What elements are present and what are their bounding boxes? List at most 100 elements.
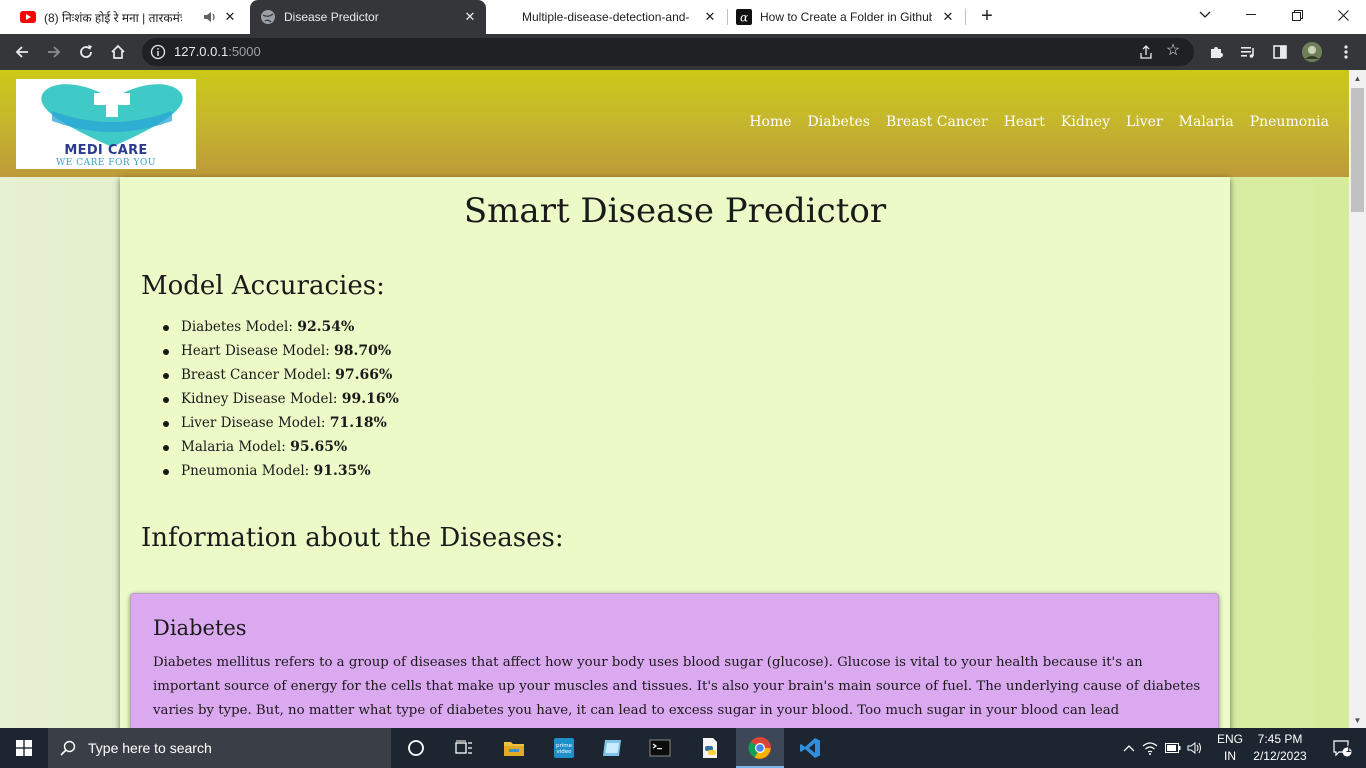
notification-count: 1 <box>1346 744 1352 754</box>
url-text: 127.0.0.1:5000 <box>174 44 261 59</box>
disease-info-heading: Information about the Diseases: <box>141 523 564 553</box>
close-window-button[interactable] <box>1320 0 1366 30</box>
list-item: Breast Cancer Model: 97.66% <box>161 363 399 387</box>
forward-button[interactable] <box>42 40 66 64</box>
battery-icon[interactable] <box>1162 743 1184 753</box>
clock-date: 2/12/2023 <box>1253 749 1307 763</box>
prime-video-icon[interactable]: prime video <box>540 728 588 768</box>
reload-icon <box>80 45 92 58</box>
disease-description: Diabetes mellitus refers to a group of d… <box>153 655 1201 718</box>
alpha-icon: α <box>736 9 752 25</box>
taskbar-clock[interactable]: 7:45 PM 2/12/2023 <box>1244 731 1316 765</box>
bookmark-star-icon[interactable]: ☆ <box>1164 42 1182 60</box>
list-item: Kidney Disease Model: 99.16% <box>161 387 399 411</box>
svg-text:video: video <box>556 749 572 755</box>
speaker-icon[interactable] <box>202 9 218 25</box>
restore-button[interactable] <box>1274 0 1320 30</box>
chevron-up-icon[interactable] <box>1120 744 1138 752</box>
site-nav: Home Diabetes Breast Cancer Heart Kidney… <box>749 114 1329 130</box>
nav-diabetes[interactable]: Diabetes <box>808 114 870 130</box>
disease-info-card-diabetes: Diabetes Diabetes mellitus refers to a g… <box>130 593 1219 728</box>
clock-time: 7:45 PM <box>1257 732 1303 746</box>
share-icon[interactable] <box>1138 44 1154 60</box>
site-header: MEDI CARE WE CARE FOR YOU Home Diabetes … <box>0 70 1349 177</box>
logo-tagline-text: WE CARE FOR YOU <box>56 158 156 168</box>
start-button[interactable] <box>0 728 48 768</box>
region-code: IN <box>1224 749 1236 763</box>
list-item: Diabetes Model: 92.54% <box>161 315 399 339</box>
system-tray <box>1120 728 1206 768</box>
chevron-down-icon <box>1199 11 1211 18</box>
input-language-indicator[interactable]: ENG IN <box>1214 731 1246 765</box>
tab-search-button[interactable] <box>1182 0 1228 30</box>
python-file-icon[interactable] <box>686 728 734 768</box>
search-placeholder: Type here to search <box>88 740 212 756</box>
address-bar[interactable]: 127.0.0.1:5000 ☆ <box>142 38 1194 66</box>
page-viewport: MEDI CARE WE CARE FOR YOU Home Diabetes … <box>0 70 1349 728</box>
close-tab-icon[interactable]: ✕ <box>940 9 956 25</box>
nav-kidney[interactable]: Kidney <box>1061 114 1110 130</box>
vscode-icon[interactable] <box>786 728 834 768</box>
media-control-icon[interactable] <box>1236 40 1260 64</box>
medi-care-logo[interactable]: MEDI CARE WE CARE FOR YOU <box>16 79 196 169</box>
tab-youtube[interactable]: (8) निःशंक होई रे मना | तारकमंत्र ✕ <box>8 0 246 34</box>
page-scrollbar[interactable]: ▲ ▼ <box>1349 70 1366 728</box>
list-item: Liver Disease Model: 71.18% <box>161 411 399 435</box>
taskbar-search-box[interactable]: Type here to search <box>48 728 391 768</box>
minimize-icon <box>1246 14 1256 15</box>
close-icon <box>1337 9 1349 21</box>
tab-title: Disease Predictor <box>284 10 379 24</box>
cortana-icon[interactable] <box>392 728 440 768</box>
back-button[interactable] <box>10 40 34 64</box>
more-menu-icon[interactable] <box>1334 40 1358 64</box>
tab-github[interactable]: Multiple-disease-detection-and- ✕ <box>490 0 726 34</box>
tab-title: (8) निःशंक होई रे मना | तारकमंत्र <box>44 10 182 25</box>
restore-icon <box>1291 9 1303 21</box>
new-tab-button[interactable]: + <box>976 5 998 27</box>
windows-taskbar: Type here to search prime video ENG IN 7… <box>0 728 1366 768</box>
browser-tab-strip: (8) निःशंक होई रे मना | तारकमंत्र ✕ Dise… <box>0 0 1366 34</box>
task-view-icon[interactable] <box>440 728 488 768</box>
tab-disease-predictor[interactable]: Disease Predictor ✕ <box>250 0 486 34</box>
file-explorer-icon[interactable] <box>490 728 538 768</box>
close-tab-icon[interactable]: ✕ <box>702 9 718 25</box>
close-tab-icon[interactable]: ✕ <box>222 9 238 25</box>
scroll-up-icon[interactable]: ▲ <box>1349 70 1366 86</box>
svg-text:α: α <box>740 11 748 25</box>
close-tab-icon[interactable]: ✕ <box>462 9 478 25</box>
list-item: Pneumonia Model: 91.35% <box>161 459 399 483</box>
lang-code: ENG <box>1216 732 1243 746</box>
reload-button[interactable] <box>74 40 98 64</box>
list-item: Malaria Model: 95.65% <box>161 435 399 459</box>
minimize-button[interactable] <box>1228 0 1274 30</box>
nav-breast-cancer[interactable]: Breast Cancer <box>886 114 988 130</box>
terminal-icon[interactable] <box>636 728 684 768</box>
nav-pneumonia[interactable]: Pneumonia <box>1250 114 1329 130</box>
tab-how-to-create-folder[interactable]: α How to Create a Folder in Github ✕ <box>728 0 964 34</box>
model-accuracies-heading: Model Accuracies: <box>141 271 385 301</box>
nav-malaria[interactable]: Malaria <box>1179 114 1234 130</box>
heart-cross-icon <box>41 81 183 147</box>
site-info-icon[interactable] <box>150 44 166 60</box>
model-accuracies-list: Diabetes Model: 92.54% Heart Disease Mod… <box>161 315 399 483</box>
profile-avatar[interactable] <box>1300 40 1324 64</box>
main-content-card: Smart Disease Predictor Model Accuracies… <box>120 177 1230 728</box>
arrow-right-icon <box>48 46 61 58</box>
volume-icon[interactable] <box>1184 741 1206 755</box>
scrollbar-thumb[interactable] <box>1351 88 1364 212</box>
extensions-icon[interactable] <box>1204 40 1228 64</box>
globe-icon <box>260 9 276 25</box>
home-button[interactable] <box>106 40 130 64</box>
notification-center-button[interactable]: 1 <box>1318 728 1366 768</box>
browser-toolbar: 127.0.0.1:5000 ☆ <box>0 34 1366 70</box>
scroll-down-icon[interactable]: ▼ <box>1349 712 1366 728</box>
home-icon <box>111 44 125 59</box>
side-panel-icon[interactable] <box>1268 40 1292 64</box>
list-item: Heart Disease Model: 98.70% <box>161 339 399 363</box>
notes-app-icon[interactable] <box>588 728 636 768</box>
chrome-taskbar-icon[interactable] <box>736 728 784 768</box>
nav-liver[interactable]: Liver <box>1126 114 1163 130</box>
nav-heart[interactable]: Heart <box>1004 114 1045 130</box>
nav-home[interactable]: Home <box>749 114 791 130</box>
wifi-icon[interactable] <box>1138 741 1162 755</box>
